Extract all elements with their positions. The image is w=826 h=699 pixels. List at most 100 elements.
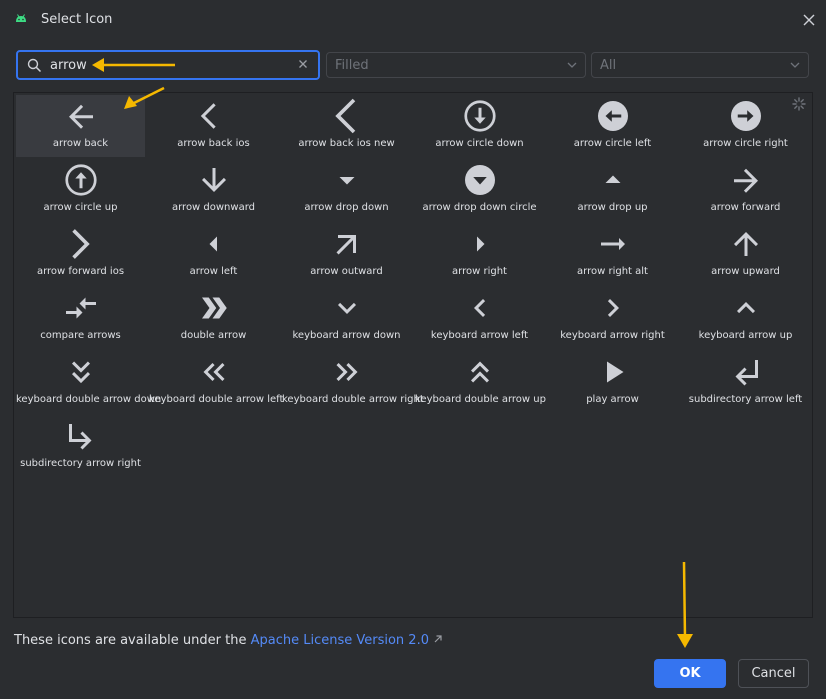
icon-tile-keyboard-arrow-right[interactable]: keyboard arrow right [548, 287, 677, 349]
arrow-right-alt-icon [600, 238, 625, 250]
search-icon [27, 58, 42, 73]
category-dropdown-value: All [600, 58, 617, 73]
external-link-icon[interactable] [433, 634, 443, 644]
close-icon[interactable] [800, 11, 818, 29]
style-dropdown[interactable]: Filled [326, 52, 586, 78]
license-text: These icons are available under the [14, 633, 247, 648]
icon-tile-label: arrow left [189, 266, 238, 277]
arrow-circle-right-icon [730, 101, 761, 131]
icon-tile-label: arrow upward [711, 266, 780, 277]
icon-tile-label: arrow drop up [577, 202, 648, 213]
arrow-drop-down-icon [339, 177, 354, 185]
category-dropdown[interactable]: All [591, 52, 809, 78]
arrow-back-icon [68, 104, 93, 129]
search-input[interactable] [50, 56, 270, 74]
icon-tile-arrow-downward[interactable]: arrow downward [149, 159, 278, 221]
icon-tile-arrow-left[interactable]: arrow left [149, 223, 278, 285]
icon-tile-label: keyboard arrow up [698, 330, 793, 341]
icon-grid[interactable]: arrow back arrow back ios arrow back ios n… [13, 92, 813, 618]
icon-tile-label: arrow circle down [435, 138, 524, 149]
icon-tile-arrow-circle-up[interactable]: arrow circle up [16, 159, 145, 221]
clear-icon[interactable] [297, 58, 309, 70]
keyboard-double-arrow-left-icon [203, 363, 224, 381]
icon-tile-arrow-forward-ios[interactable]: arrow forward ios [16, 223, 145, 285]
icon-tile-arrow-back-ios[interactable]: arrow back ios [149, 95, 278, 157]
icon-tile-label: arrow forward [710, 202, 781, 213]
subdirectory-arrow-right-icon [68, 424, 91, 450]
icon-tile-label: keyboard arrow left [430, 330, 529, 341]
icon-tile-arrow-forward[interactable]: arrow forward [681, 159, 810, 221]
icon-tile-label: keyboard double arrow up [415, 394, 546, 405]
arrow-outward-icon [336, 235, 356, 255]
icon-tile-arrow-back[interactable]: arrow back [16, 95, 145, 157]
keyboard-double-arrow-right-icon [336, 363, 357, 381]
icon-tile-compare-arrows[interactable]: compare arrows [16, 287, 145, 349]
icon-tile-label: arrow right alt [577, 266, 648, 277]
icon-tile-keyboard-double-arrow-left[interactable]: keyboard double arrow left [149, 351, 284, 413]
icon-tile-label: arrow back ios [177, 138, 250, 149]
arrow-right-icon [476, 236, 484, 252]
icon-tile-arrow-circle-down[interactable]: arrow circle down [415, 95, 544, 157]
icon-tile-arrow-circle-right[interactable]: arrow circle right [681, 95, 810, 157]
icon-tile-arrow-upward[interactable]: arrow upward [681, 223, 810, 285]
search-field[interactable] [16, 50, 320, 80]
icon-tile-arrow-right[interactable]: arrow right [415, 223, 544, 285]
icon-tile-label: arrow downward [171, 202, 255, 213]
icon-tile-label: subdirectory arrow left [688, 394, 803, 405]
icon-tile-double-arrow[interactable]: double arrow [149, 287, 278, 349]
arrow-upward-icon [733, 232, 758, 256]
icon-tile-play-arrow[interactable]: play arrow [548, 351, 677, 413]
style-dropdown-value: Filled [335, 58, 369, 73]
icon-tile-arrow-circle-left[interactable]: arrow circle left [548, 95, 677, 157]
icon-tile-arrow-drop-down[interactable]: arrow drop down [282, 159, 411, 221]
icon-tile-label: keyboard double arrow right [282, 394, 424, 405]
icon-tile-label: arrow back [52, 138, 109, 149]
icon-tile-label: compare arrows [40, 330, 121, 341]
arrow-left-icon [209, 236, 217, 252]
icon-tile-label: keyboard double arrow down [16, 394, 162, 405]
chevron-down-icon [567, 62, 577, 68]
icon-tile-label: keyboard arrow down [292, 330, 401, 341]
icon-tile-label: arrow drop down circle [422, 202, 537, 213]
arrow-forward-ios-icon [71, 229, 90, 259]
keyboard-double-arrow-down-icon [71, 361, 90, 384]
double-arrow-icon [201, 297, 227, 319]
icon-tile-keyboard-double-arrow-right[interactable]: keyboard double arrow right [282, 351, 424, 413]
subdirectory-arrow-left-icon [735, 360, 758, 386]
arrow-back-ios-new-icon [334, 98, 355, 134]
license-link[interactable]: Apache License Version 2.0 [251, 633, 429, 648]
icon-tile-label: arrow circle right [703, 138, 788, 149]
icon-tile-label: arrow circle up [43, 202, 118, 213]
arrow-forward-icon [733, 168, 758, 193]
icon-tile-arrow-outward[interactable]: arrow outward [282, 223, 411, 285]
icon-tile-arrow-right-alt[interactable]: arrow right alt [548, 223, 677, 285]
arrow-drop-up-icon [605, 175, 620, 183]
arrow-back-ios-icon [200, 103, 216, 129]
arrow-circle-down-icon [463, 100, 496, 132]
keyboard-arrow-right-icon [607, 299, 619, 317]
icon-tile-arrow-drop-down-circle[interactable]: arrow drop down circle [415, 159, 544, 221]
icon-tile-keyboard-arrow-down[interactable]: keyboard arrow down [282, 287, 411, 349]
icon-tile-subdirectory-arrow-left[interactable]: subdirectory arrow left [681, 351, 810, 413]
icon-tile-label: arrow outward [310, 266, 383, 277]
icon-tile-arrow-back-ios-new[interactable]: arrow back ios new [282, 95, 411, 157]
license-note: These icons are available under the Apac… [14, 633, 443, 648]
icon-tile-keyboard-double-arrow-down[interactable]: keyboard double arrow down [16, 351, 162, 413]
icon-tile-subdirectory-arrow-right[interactable]: subdirectory arrow right [16, 415, 145, 477]
icon-tile-keyboard-arrow-up[interactable]: keyboard arrow up [681, 287, 810, 349]
icon-tile-label: arrow forward ios [36, 266, 125, 277]
android-icon [16, 14, 26, 22]
cancel-button[interactable]: Cancel [738, 659, 809, 688]
keyboard-arrow-up-icon [736, 302, 755, 314]
ok-button[interactable]: OK [654, 659, 726, 688]
arrow-circle-up-icon [64, 164, 97, 196]
play-arrow-icon [606, 361, 623, 383]
keyboard-arrow-left-icon [473, 299, 485, 317]
icon-tile-keyboard-arrow-left[interactable]: keyboard arrow left [415, 287, 544, 349]
icon-tile-label: play arrow [586, 394, 639, 405]
icon-tile-label: keyboard double arrow left [149, 394, 284, 405]
icon-tile-label: arrow right [452, 266, 507, 277]
icon-tile-arrow-drop-up[interactable]: arrow drop up [548, 159, 677, 221]
icon-tile-keyboard-double-arrow-up[interactable]: keyboard double arrow up [415, 351, 546, 413]
icon-tile-label: subdirectory arrow right [20, 458, 141, 469]
